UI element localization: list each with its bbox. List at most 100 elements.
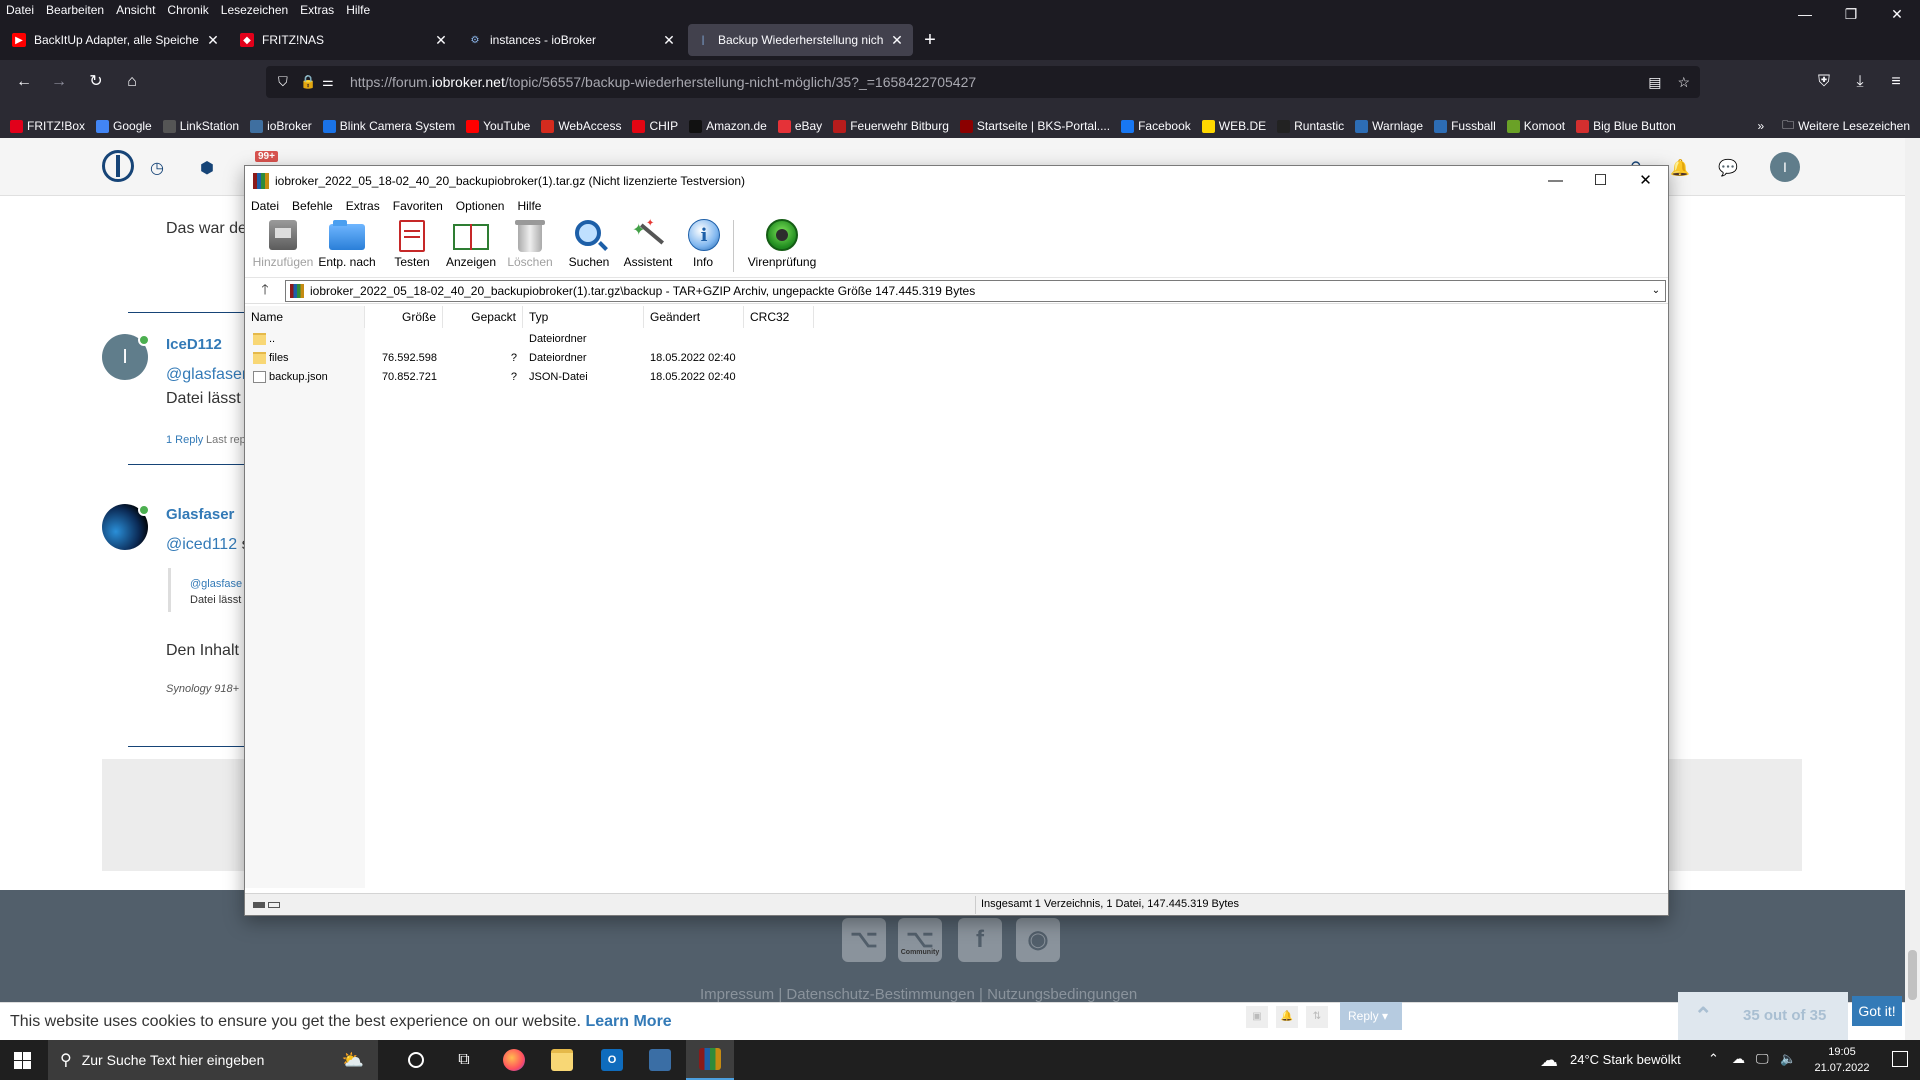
tray-chevron-up-icon[interactable]: ⌃ xyxy=(1708,1051,1719,1067)
file-row[interactable]: .. Dateiordner xyxy=(245,330,1668,349)
file-row[interactable]: files 76.592.598? Dateiordner 18.05.2022 02… xyxy=(245,349,1668,368)
add-button[interactable]: Hinzufügen xyxy=(253,216,313,269)
tab-backup-wiederherstellung[interactable]: | Backup Wiederherstellung nicht ✕ xyxy=(688,24,913,56)
sort-icon[interactable]: ⇅ xyxy=(1306,1006,1328,1028)
file-row[interactable]: backup.json 70.852.721? JSON-Datei 18.05.20… xyxy=(245,368,1668,387)
bookmark-item[interactable]: Big Blue Button xyxy=(1576,119,1676,133)
tab-close-icon[interactable]: ✕ xyxy=(433,32,449,49)
wizard-button[interactable]: ✦ ✦ Assistent xyxy=(619,216,677,269)
bell-icon[interactable]: 🔔 xyxy=(1670,158,1690,178)
delete-button[interactable]: Löschen xyxy=(501,216,559,269)
bookmark-item[interactable]: Fussball xyxy=(1434,119,1496,133)
volume-icon[interactable]: 🔈 xyxy=(1780,1051,1796,1067)
home-icon[interactable]: ⌂ xyxy=(118,70,146,94)
more-bookmarks-folder[interactable]: » 🗀 Weitere Lesezeichen xyxy=(1757,114,1910,138)
bookmark-star-icon[interactable]: ☆ xyxy=(1677,74,1690,91)
tab-close-icon[interactable]: ✕ xyxy=(205,32,221,49)
learn-more-link[interactable]: Learn More xyxy=(585,1013,671,1030)
reload-icon[interactable]: ↻ xyxy=(82,70,110,94)
info-button[interactable]: i Info xyxy=(678,216,728,269)
back-icon[interactable]: ← xyxy=(10,70,38,94)
bookmark-item[interactable]: Feuerwehr Bitburg xyxy=(833,119,949,133)
tab-instances[interactable]: ⚙ instances - ioBroker ✕ xyxy=(460,24,685,56)
menu-chronik[interactable]: Chronik xyxy=(167,3,208,17)
bookmark-item[interactable]: ioBroker xyxy=(250,119,312,133)
bookmark-item[interactable]: Facebook xyxy=(1121,119,1191,133)
network-app-icon[interactable] xyxy=(636,1040,684,1080)
page-scrollbar[interactable] xyxy=(1905,138,1920,1042)
bookmark-item[interactable]: WebAccess xyxy=(541,119,621,133)
menu-hilfe[interactable]: Hilfe xyxy=(346,3,370,17)
lock-icon[interactable]: ▣ xyxy=(1246,1006,1268,1028)
winrar-taskbar-icon[interactable] xyxy=(686,1040,734,1080)
reply-count-link[interactable]: 1 Reply xyxy=(166,434,203,446)
chat-icon[interactable]: 💬 xyxy=(1718,158,1738,178)
weather-text[interactable]: 24°C Stark bewölkt xyxy=(1570,1052,1681,1067)
menu-optionen[interactable]: Optionen xyxy=(456,199,505,213)
bookmark-item[interactable]: Amazon.de xyxy=(689,119,767,133)
menu-extras[interactable]: Extras xyxy=(300,3,334,17)
menu-favoriten[interactable]: Favoriten xyxy=(393,199,443,213)
file-explorer-icon[interactable] xyxy=(538,1040,586,1080)
discord-icon[interactable]: ◉ xyxy=(1016,918,1060,962)
permissions-icon[interactable]: ⚌ xyxy=(322,74,344,90)
column-header-size[interactable]: Größe xyxy=(365,306,443,328)
up-arrow-icon[interactable]: 🡑 xyxy=(245,279,285,303)
bookmark-item[interactable]: CHIP xyxy=(632,119,678,133)
close-button[interactable]: ✕ xyxy=(1623,166,1668,196)
maximize-button[interactable]: ☐ xyxy=(1578,166,1623,196)
test-button[interactable]: Testen xyxy=(383,216,441,269)
bookmark-item[interactable]: WEB.DE xyxy=(1201,119,1266,133)
clock-icon[interactable]: ◷ xyxy=(150,158,164,178)
column-header-packed[interactable]: Gepackt xyxy=(443,306,523,328)
tab-backitup[interactable]: ▶ BackItUp Adapter, alle Speicher ✕ xyxy=(4,24,229,56)
column-header-crc[interactable]: CRC32 xyxy=(744,306,814,328)
iobroker-logo[interactable] xyxy=(102,150,134,182)
menu-extras[interactable]: Extras xyxy=(346,199,380,213)
menu-bearbeiten[interactable]: Bearbeiten xyxy=(46,3,104,17)
bookmark-item[interactable]: eBay xyxy=(777,119,822,133)
cookie-accept-button[interactable]: Got it! xyxy=(1852,996,1902,1026)
column-header-type[interactable]: Typ xyxy=(523,306,644,328)
bell-icon[interactable]: 🔔 xyxy=(1276,1006,1298,1028)
virus-scan-button[interactable]: Virenprüfung xyxy=(742,216,822,269)
bookmark-item[interactable]: Runtastic xyxy=(1277,119,1344,133)
quote-mention[interactable]: @glasfase xyxy=(190,578,242,590)
scroll-up-icon[interactable]: ⌃ xyxy=(1694,992,1712,1040)
outlook-icon[interactable]: O xyxy=(588,1040,636,1080)
menu-ansicht[interactable]: Ansicht xyxy=(116,3,155,17)
tags-icon[interactable]: ⬢ xyxy=(200,158,214,178)
bookmark-item[interactable]: Startseite | BKS-Portal.... xyxy=(959,119,1110,133)
menu-befehle[interactable]: Befehle xyxy=(292,199,333,213)
pagination-indicator[interactable]: ⌃ 35 out of 35 xyxy=(1678,992,1848,1040)
archive-path-field[interactable]: iobroker_2022_05_18-02_40_20_backupiobro… xyxy=(285,279,1666,302)
hamburger-menu-icon[interactable]: ≡ xyxy=(1882,70,1910,94)
bookmark-item[interactable]: FRITZ!Box xyxy=(10,119,85,133)
column-header-modified[interactable]: Geändert xyxy=(644,306,744,328)
github-community-icon[interactable]: ⌥ Community xyxy=(898,918,942,962)
taskbar-clock[interactable]: 19:05 21.07.2022 xyxy=(1812,1044,1872,1076)
notification-center-icon[interactable] xyxy=(1892,1051,1908,1067)
search-button[interactable]: Suchen xyxy=(560,216,618,269)
cloud-icon[interactable]: ☁ xyxy=(1732,1051,1745,1067)
post-mention[interactable]: @iced112 xyxy=(166,536,237,553)
menu-lesezeichen[interactable]: Lesezeichen xyxy=(221,3,288,17)
bookmark-item[interactable]: Komoot xyxy=(1506,119,1565,133)
downloads-icon[interactable]: ⤓ xyxy=(1846,70,1874,94)
weather-icon[interactable]: ☁ xyxy=(1540,1050,1558,1071)
post-mention[interactable]: @glasfaser xyxy=(166,366,247,384)
cortana-icon[interactable] xyxy=(392,1040,440,1080)
chevron-down-icon[interactable]: ⌄ xyxy=(1647,285,1665,296)
extract-button[interactable]: Entp. nach xyxy=(312,216,382,269)
url-bar[interactable]: ⛉ 🔒 ⚌ https://forum. iobroker.net/topic/5… xyxy=(266,66,1700,98)
firefox-icon[interactable] xyxy=(490,1040,538,1080)
chevron-right-icon[interactable]: » xyxy=(1757,119,1764,133)
avatar[interactable]: I xyxy=(1770,152,1800,182)
minimize-button[interactable]: — xyxy=(1533,166,1578,196)
bookmark-item[interactable]: Warnlage xyxy=(1355,119,1423,133)
taskbar-search-input[interactable]: ⚲ Zur Suche Text hier eingeben ⛅ xyxy=(48,1040,378,1080)
view-button[interactable]: Anzeigen xyxy=(442,216,500,269)
windows-start-icon[interactable] xyxy=(14,1052,31,1069)
file-list[interactable]: Name Größe Gepackt Typ Geändert CRC32.. Dateio… xyxy=(245,306,1668,888)
facebook-icon[interactable]: f xyxy=(958,918,1002,962)
